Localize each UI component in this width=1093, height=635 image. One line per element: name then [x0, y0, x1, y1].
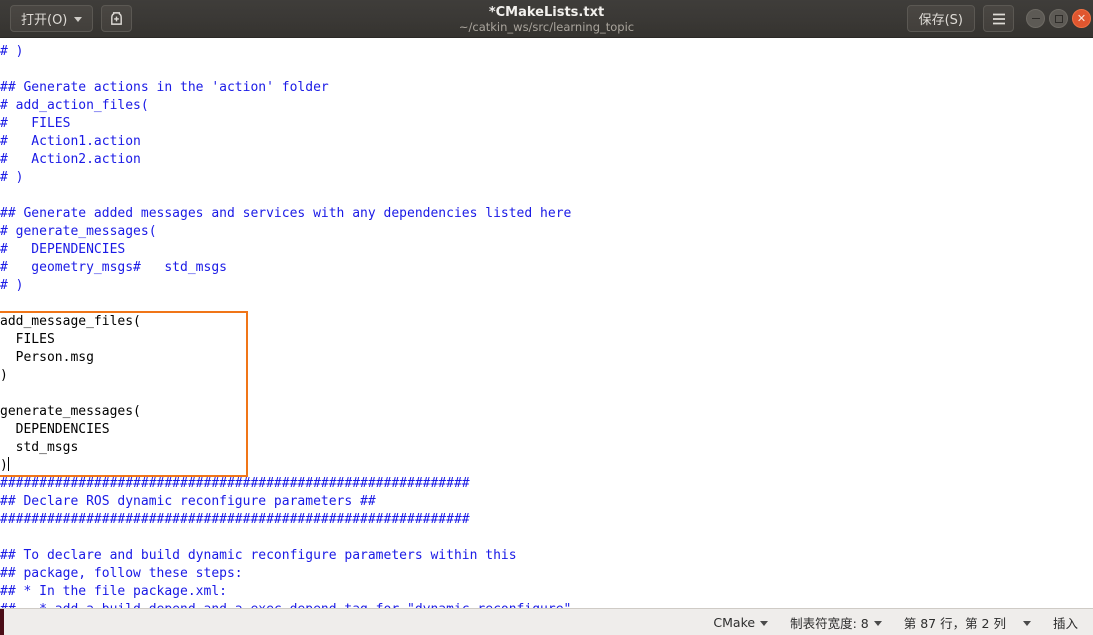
- tab-width-selector[interactable]: 制表符宽度: 8: [779, 613, 893, 632]
- titlebar-right-group: 保存(S) ✕: [906, 5, 1091, 32]
- code-line-text: DEPENDENCIES: [0, 422, 110, 437]
- code-line-text: generate_messages(: [0, 404, 141, 419]
- code-line: # ): [0, 169, 571, 187]
- code-line: ## Generate actions in the 'action' fold…: [0, 79, 571, 97]
- file-path-subtitle: ~/catkin_ws/src/learning_topic: [458, 19, 635, 34]
- new-document-button[interactable]: [101, 5, 133, 32]
- code-line: ## Declare ROS dynamic reconfigure param…: [0, 493, 571, 511]
- code-line: DEPENDENCIES: [0, 421, 571, 439]
- language-mode-label: CMake: [713, 614, 756, 630]
- page-title: *CMakeLists.txt: [488, 4, 605, 20]
- code-line: # geometry_msgs# std_msgs: [0, 259, 571, 277]
- code-line: std_msgs: [0, 439, 571, 457]
- code-line-text: add_message_files(: [0, 314, 141, 329]
- maximize-icon: [1054, 14, 1063, 23]
- chevron-down-icon: [74, 17, 83, 22]
- code-line: ########################################…: [0, 475, 571, 493]
- hamburger-menu-button[interactable]: [983, 5, 1014, 32]
- code-line-text: ## To declare and build dynamic reconfig…: [0, 548, 517, 563]
- code-line: Person.msg: [0, 349, 571, 367]
- code-line-text: ## * In the file package.xml:: [0, 584, 227, 599]
- code-line: # Action2.action: [0, 151, 571, 169]
- code-line-text: # ): [0, 170, 24, 185]
- code-line: # generate_messages(: [0, 223, 571, 241]
- code-line-text: Person.msg: [0, 350, 94, 365]
- maximize-button[interactable]: [1049, 9, 1068, 28]
- open-button-label: 打开(O): [21, 13, 68, 28]
- code-line-text: ): [0, 368, 8, 383]
- chevron-down-icon: [1022, 620, 1031, 626]
- code-line-text: std_msgs: [0, 440, 79, 455]
- code-line-text: # ): [0, 44, 24, 59]
- close-button[interactable]: ✕: [1072, 9, 1091, 28]
- open-file-button[interactable]: 打开(O): [10, 5, 94, 32]
- code-line-text: FILES: [0, 332, 55, 347]
- code-line: ## To declare and build dynamic reconfig…: [0, 547, 571, 565]
- tab-width-label: 制表符宽度: 8: [790, 615, 869, 631]
- statusbar-items: CMake 制表符宽度: 8 第 87 行，第 2 列 插入: [702, 613, 1089, 632]
- code-line-text: # FILES: [0, 116, 71, 131]
- chevron-down-icon: [873, 620, 882, 626]
- code-line-text: # add_action_files(: [0, 98, 149, 113]
- hamburger-menu-icon: [992, 13, 1005, 24]
- code-line-text: ## Generate actions in the 'action' fold…: [0, 80, 329, 95]
- statusbar: CMake 制表符宽度: 8 第 87 行，第 2 列 插入: [0, 608, 1093, 635]
- save-button[interactable]: 保存(S): [906, 5, 975, 32]
- code-line: # Action1.action: [0, 133, 571, 151]
- insert-mode-indicator: 插入: [1042, 613, 1089, 632]
- new-document-icon: [111, 12, 123, 25]
- code-line-text: # Action1.action: [0, 134, 141, 149]
- titlebar: 打开(O) *CMakeLists.txt ~/catkin_ws/src/le…: [0, 0, 1093, 38]
- code-line-text: ## package, follow these steps:: [0, 566, 243, 581]
- code-line-text: # DEPENDENCIES: [0, 242, 126, 257]
- code-line-text: # Action2.action: [0, 152, 141, 167]
- insert-mode-label: 插入: [1052, 615, 1078, 631]
- code-text[interactable]: # ) ## Generate actions in the 'action' f…: [0, 43, 571, 608]
- code-line: ## * In the file package.xml:: [0, 583, 571, 601]
- code-line: # FILES: [0, 115, 571, 133]
- code-line: generate_messages(: [0, 403, 571, 421]
- text-cursor: [7, 457, 9, 471]
- code-line: ########################################…: [0, 511, 571, 529]
- code-line: ## Generate added messages and services …: [0, 205, 571, 223]
- code-line: # DEPENDENCIES: [0, 241, 571, 259]
- code-line-text: # geometry_msgs# std_msgs: [0, 260, 227, 275]
- code-editor-area[interactable]: # ) ## Generate actions in the 'action' f…: [0, 38, 1093, 608]
- minimize-button[interactable]: [1026, 9, 1045, 28]
- code-line: FILES: [0, 331, 571, 349]
- code-line: ): [0, 367, 571, 385]
- code-line-text: ## Declare ROS dynamic reconfigure param…: [0, 494, 376, 509]
- code-line: # ): [0, 277, 571, 295]
- code-line-text: # generate_messages(: [0, 224, 157, 239]
- code-line: add_message_files(: [0, 313, 571, 331]
- code-line-text: ########################################…: [0, 476, 470, 491]
- minimize-icon: [1031, 17, 1040, 20]
- code-line: ): [0, 457, 571, 475]
- code-line: # ): [0, 43, 571, 61]
- code-line-text: # ): [0, 278, 24, 293]
- code-line-text: ): [0, 458, 8, 473]
- close-icon: ✕: [1076, 12, 1087, 25]
- cursor-position-label: 第 87 行，第 2 列: [903, 615, 1006, 631]
- text-editor-window: 打开(O) *CMakeLists.txt ~/catkin_ws/src/le…: [0, 0, 1093, 635]
- code-line: ## * add a build_depend and a exec_depen…: [0, 601, 571, 608]
- window-controls: ✕: [1026, 9, 1091, 28]
- code-line: ## package, follow these steps:: [0, 565, 571, 583]
- code-line-text: ########################################…: [0, 512, 470, 527]
- language-mode-selector[interactable]: CMake: [702, 615, 779, 630]
- code-line-text: ## Generate added messages and services …: [0, 206, 572, 221]
- save-button-label: 保存(S): [918, 13, 963, 28]
- statusbar-left-strip: [0, 609, 4, 635]
- code-line: # add_action_files(: [0, 97, 571, 115]
- chevron-down-icon: [760, 620, 769, 626]
- cursor-position-selector[interactable]: 第 87 行，第 2 列: [893, 613, 1042, 632]
